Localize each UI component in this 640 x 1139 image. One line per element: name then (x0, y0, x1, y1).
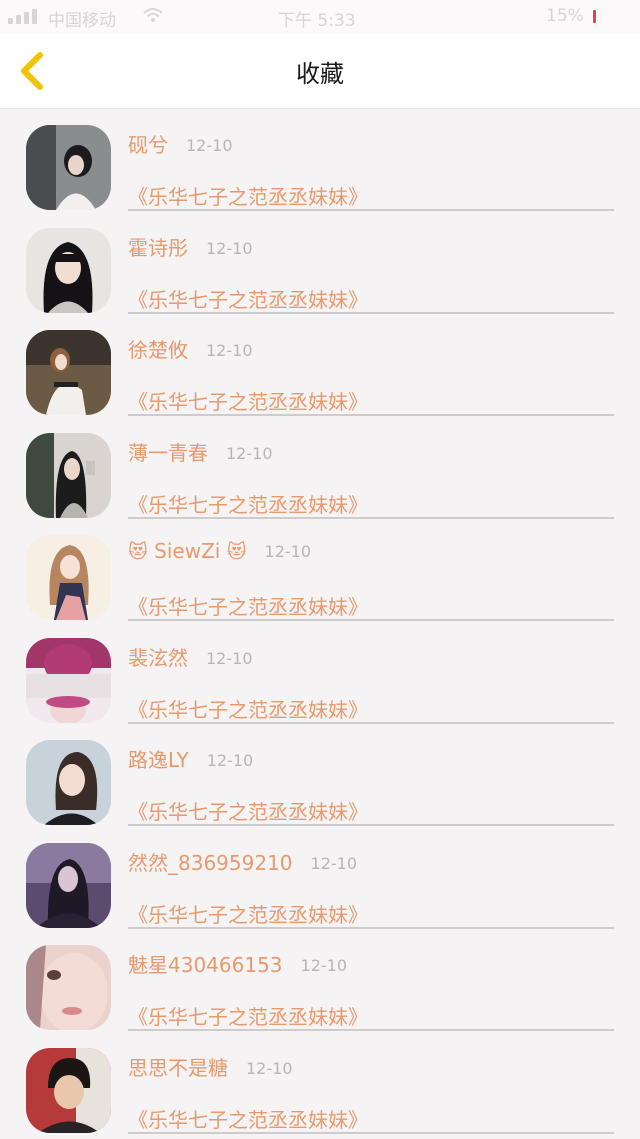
page-title: 收藏 (296, 60, 344, 88)
list-item[interactable]: 魅星430466153 12-10 《乐华七子之范丞丞妹妹》 (0, 929, 640, 1032)
avatar[interactable] (26, 945, 111, 1030)
list-item[interactable]: 砚兮 12-10 《乐华七子之范丞丞妹妹》 (0, 109, 640, 212)
username-text: 思思不是糖 (128, 1055, 228, 1080)
username-text: 魅星430466153 (128, 953, 283, 977)
book-title[interactable]: 《乐华七子之范丞丞妹妹》 (128, 591, 368, 620)
list-item[interactable]: 徐楚攸 12-10 《乐华七子之范丞丞妹妹》 (0, 314, 640, 417)
navigation-bar: 收藏 (0, 34, 640, 109)
avatar[interactable] (26, 227, 111, 313)
favorites-list: 砚兮 12-10 《乐华七子之范丞丞妹妹》 霍诗彤 12-10 《乐华七子之范丞丞妹… (0, 109, 640, 1134)
date: 12-10 (264, 542, 312, 561)
avatar[interactable] (26, 125, 111, 210)
username-text: 裴泫然 (128, 645, 188, 670)
book-title[interactable]: 《乐华七子之范丞丞妹妹》 (128, 284, 368, 313)
username[interactable]: 薄一青春 12-10 (128, 437, 273, 466)
username[interactable]: 徐楚攸 12-10 (128, 334, 253, 363)
signal-icon (8, 8, 37, 24)
date: 12-10 (246, 1058, 293, 1078)
list-item[interactable]: 薄一青春 12-10 《乐华七子之范丞丞妹妹》 (0, 417, 640, 520)
username[interactable]: 霍诗彤 12-10 (128, 232, 253, 261)
date: 12-10 (186, 136, 233, 155)
clock: 下午 5:33 (278, 11, 356, 31)
avatar[interactable] (26, 740, 111, 825)
avatar[interactable] (26, 637, 111, 723)
heart-eyes-cat-icon: 😻 (226, 541, 247, 563)
list-item[interactable]: 路逸LY 12-10 《乐华七子之范丞丞妹妹》 (0, 724, 640, 827)
avatar[interactable] (26, 432, 111, 518)
date: 12-10 (226, 443, 273, 463)
book-title[interactable]: 《乐华七子之范丞丞妹妹》 (128, 899, 368, 928)
username-text: SiewZi (147, 539, 227, 563)
date: 12-10 (206, 341, 253, 360)
username[interactable]: 砚兮 12-10 (128, 129, 233, 158)
wifi-icon (142, 6, 164, 28)
username[interactable]: 然然_836959210 12-10 (128, 847, 357, 876)
avatar[interactable] (26, 535, 111, 620)
username[interactable]: 魅星430466153 12-10 (128, 949, 347, 978)
username[interactable]: 路逸LY 12-10 (128, 744, 253, 773)
heart-eyes-cat-icon: 😻 (128, 541, 148, 563)
book-title[interactable]: 《乐华七子之范丞丞妹妹》 (128, 1104, 368, 1133)
battery-percentage: 15% (546, 6, 584, 26)
book-title[interactable]: 《乐华七子之范丞丞妹妹》 (128, 386, 368, 415)
date: 12-10 (206, 238, 253, 258)
username[interactable]: 😻 SiewZi 😻 12-10 (128, 539, 311, 563)
username-text: 砚兮 (128, 133, 168, 157)
carrier-label: 中国移动 (48, 11, 116, 31)
list-item[interactable]: 裴泫然 12-10 《乐华七子之范丞丞妹妹》 (0, 622, 640, 725)
status-bar: 中国移动 下午 5:33 15% (0, 0, 640, 34)
book-title[interactable]: 《乐华七子之范丞丞妹妹》 (128, 489, 368, 518)
date: 12-10 (300, 956, 348, 975)
avatar[interactable] (26, 1047, 111, 1133)
avatar[interactable] (26, 842, 111, 928)
avatar[interactable] (26, 330, 111, 415)
list-item[interactable]: 😻 SiewZi 😻 12-10 《乐华七子之范丞丞妹妹》 (0, 519, 640, 622)
username-text: 路逸LY (128, 748, 189, 772)
divider (128, 1131, 614, 1134)
book-title[interactable]: 《乐华七子之范丞丞妹妹》 (128, 796, 368, 825)
list-item[interactable]: 思思不是糖 12-10 《乐华七子之范丞丞妹妹》 (0, 1032, 640, 1135)
book-title[interactable]: 《乐华七子之范丞丞妹妹》 (128, 1001, 368, 1030)
list-item[interactable]: 霍诗彤 12-10 《乐华七子之范丞丞妹妹》 (0, 212, 640, 315)
username-text: 霍诗彤 (128, 235, 188, 260)
username[interactable]: 裴泫然 12-10 (128, 642, 253, 671)
battery-icon (590, 10, 604, 23)
date: 12-10 (206, 751, 254, 770)
username-text: 薄一青春 (128, 440, 208, 465)
username-text: 徐楚攸 (128, 338, 188, 362)
date: 12-10 (310, 853, 358, 873)
username-text: 然然_836959210 (128, 850, 293, 875)
list-item[interactable]: 然然_836959210 12-10 《乐华七子之范丞丞妹妹》 (0, 827, 640, 930)
date: 12-10 (206, 648, 253, 668)
username[interactable]: 思思不是糖 12-10 (128, 1052, 293, 1081)
book-title[interactable]: 《乐华七子之范丞丞妹妹》 (128, 181, 368, 210)
book-title[interactable]: 《乐华七子之范丞丞妹妹》 (128, 694, 368, 723)
